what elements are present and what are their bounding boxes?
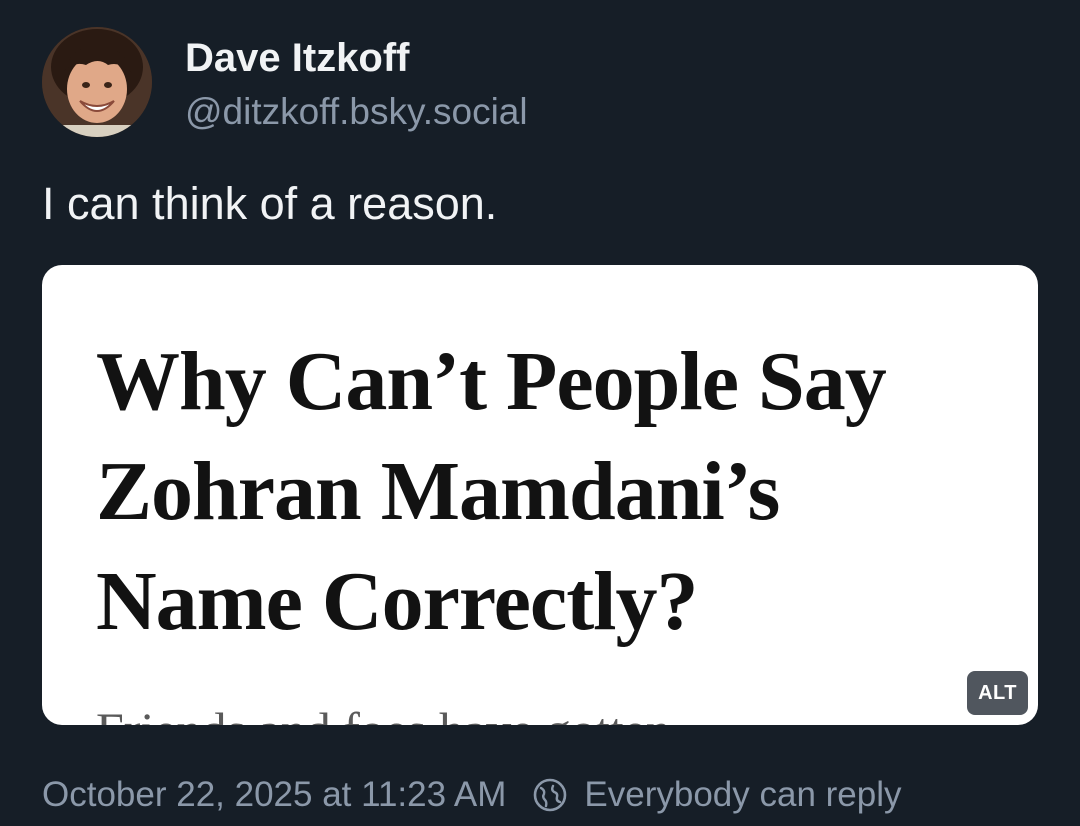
reply-setting-label: Everybody can reply xyxy=(584,775,902,814)
post-container: Dave Itzkoff @ditzkoff.bsky.social I can… xyxy=(0,0,1080,826)
post-text: I can think of a reason. xyxy=(42,178,498,229)
headline: Why Can’t People Say Zohran Mamdani’s Na… xyxy=(96,327,1016,657)
headline-line: Zohran Mamdani’s xyxy=(96,445,780,538)
author-display-name[interactable]: Dave Itzkoff xyxy=(185,34,410,82)
author-handle[interactable]: @ditzkoff.bsky.social xyxy=(185,90,528,134)
alt-text-button[interactable]: ALT xyxy=(967,671,1028,715)
subhead-partial: Friends and foes have gotten xyxy=(96,705,671,725)
headline-line: Why Can’t People Say xyxy=(96,335,887,428)
post-timestamp[interactable]: October 22, 2025 at 11:23 AM xyxy=(42,775,506,815)
globe-icon xyxy=(532,777,568,813)
post-meta: October 22, 2025 at 11:23 AM Everybody c… xyxy=(42,772,902,818)
reply-setting[interactable]: Everybody can reply xyxy=(532,775,902,815)
author-avatar[interactable] xyxy=(42,27,152,137)
image-attachment[interactable]: Why Can’t People Say Zohran Mamdani’s Na… xyxy=(42,265,1038,725)
avatar-photo xyxy=(42,27,152,137)
headline-line: Name Correctly? xyxy=(96,555,699,648)
